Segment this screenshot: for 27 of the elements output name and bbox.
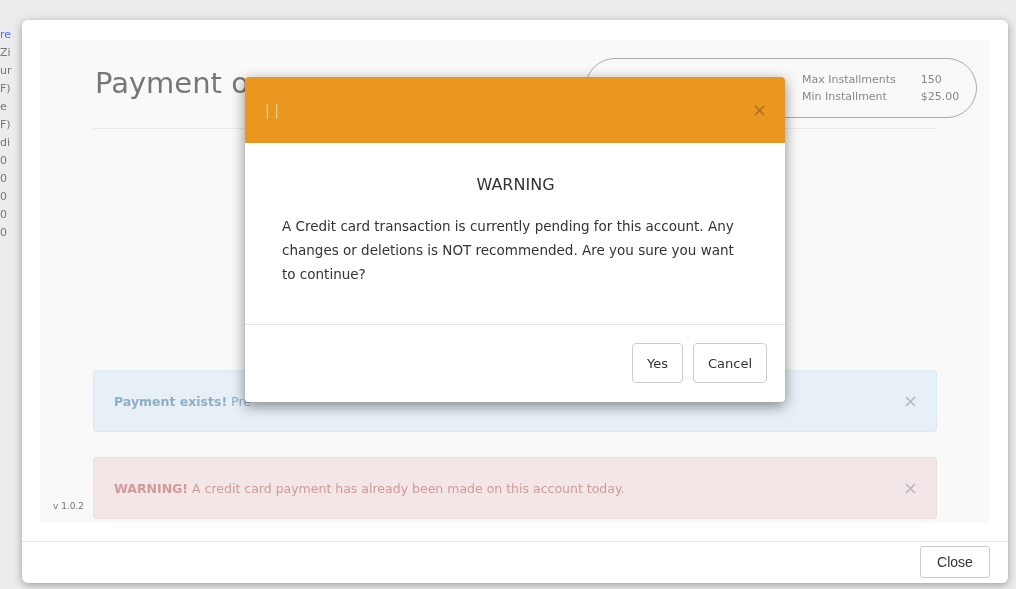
summary-value: $25.00 [920, 90, 961, 103]
text-fragment: F) [0, 82, 12, 96]
dialog-heading: WARNING [475, 175, 556, 194]
text-fragment: 0 [0, 190, 8, 204]
summary-label: Max Installments [802, 73, 897, 86]
link-fragment[interactable]: re [0, 28, 22, 42]
dialog-message: A Credit card transaction is currently pending for this account. Any changes or deletions is NOT recommended. Are you sure you want to continue? [282, 217, 735, 284]
summary-value: 150 [920, 73, 943, 86]
text-fragment: 0 [0, 226, 8, 240]
text-fragment: 0 [0, 208, 8, 222]
version-label: v 1.0.2 [52, 501, 86, 513]
alert-text: WARNING! A credit card payment has already been made on this account today. [114, 480, 625, 496]
text-fragment: F) [0, 118, 12, 132]
text-fragment: 0 [0, 172, 8, 186]
close-button[interactable]: Close [920, 546, 990, 578]
header-text: | | [265, 102, 279, 118]
text-fragment: ur [0, 64, 13, 78]
text-fragment: di [0, 136, 12, 150]
summary-label: Min Installment [802, 90, 888, 103]
text-fragment: 0 [0, 154, 8, 168]
text-fragment: e [0, 100, 8, 114]
cancel-button[interactable]: Cancel [692, 343, 767, 383]
close-icon[interactable] [905, 395, 916, 407]
close-icon[interactable] [754, 104, 765, 116]
text-fragment: Zi [0, 46, 12, 60]
close-icon[interactable] [905, 482, 916, 494]
yes-button[interactable]: Yes [631, 343, 683, 383]
